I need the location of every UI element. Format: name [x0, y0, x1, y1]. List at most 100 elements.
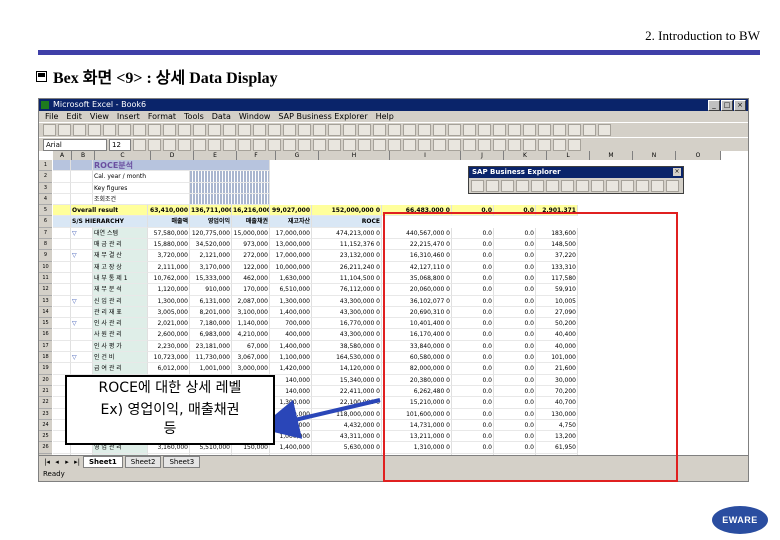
bex-close-button[interactable]: × [673, 168, 681, 176]
column-header[interactable]: N [633, 151, 676, 160]
cell[interactable]: 14,120,000 0 [312, 363, 382, 375]
close-button[interactable]: × [734, 100, 746, 111]
cell[interactable] [53, 182, 71, 194]
cell[interactable]: 122,000 [232, 261, 270, 273]
bex-tool-icon[interactable] [606, 180, 619, 192]
cell[interactable] [53, 261, 71, 273]
format-toolbar-icon[interactable] [478, 139, 491, 151]
cell[interactable]: ▽ [71, 318, 93, 330]
toolbar-icon[interactable] [103, 124, 116, 136]
cell[interactable]: 15,333,000 [190, 272, 232, 285]
minimize-button[interactable]: _ [708, 100, 720, 111]
menu-item[interactable]: View [90, 111, 109, 122]
cell[interactable]: 신 입 관 리 [93, 295, 148, 307]
cell[interactable]: 2,111,000 [148, 261, 190, 273]
toolbar-icon[interactable] [343, 124, 356, 136]
bex-tool-icon[interactable] [636, 180, 649, 192]
cell[interactable]: 400,000 [270, 329, 312, 341]
toolbar-icon[interactable] [583, 124, 596, 136]
cell[interactable]: 내 부 통 제 1 [93, 272, 148, 285]
cell[interactable]: 700,000 [270, 318, 312, 330]
cell[interactable] [53, 329, 71, 341]
cell[interactable]: 140,000 [270, 385, 312, 398]
cell[interactable]: ▽ [71, 227, 93, 240]
cell[interactable]: 11,152,376 0 [312, 239, 382, 251]
cell[interactable]: ROCE [312, 216, 382, 228]
cell[interactable] [53, 284, 71, 296]
cell[interactable]: 급 여 관 리 [93, 363, 148, 375]
cell[interactable]: ▽ [71, 295, 93, 307]
menu-item[interactable]: Tools [184, 111, 204, 122]
format-toolbar-icon[interactable] [493, 139, 506, 151]
toolbar-icon[interactable] [538, 124, 551, 136]
cell[interactable]: 1,400,000 [270, 340, 312, 353]
cell[interactable]: 사 원 관 리 [93, 329, 148, 341]
menu-item[interactable]: Format [148, 111, 176, 122]
sheet-tab[interactable]: Sheet2 [124, 456, 162, 468]
cell[interactable]: 973,000 [232, 239, 270, 251]
cell[interactable] [53, 363, 71, 375]
cell[interactable]: 57,580,000 [148, 227, 190, 240]
cell[interactable]: 43,311,000 0 [312, 431, 382, 443]
toolbar-icon[interactable] [373, 124, 386, 136]
cell[interactable] [71, 306, 93, 319]
cell[interactable] [71, 261, 93, 273]
cell[interactable] [71, 239, 93, 251]
format-toolbar-icon[interactable] [388, 139, 401, 151]
menu-item[interactable]: Insert [117, 111, 140, 122]
cell[interactable]: 5,630,000 0 [312, 442, 382, 454]
column-header[interactable]: E [194, 151, 237, 160]
row-header[interactable]: 3 [39, 183, 52, 194]
cell[interactable] [53, 295, 71, 307]
row-header[interactable]: 20 [39, 375, 52, 386]
cell[interactable]: 99,027,000 [270, 205, 312, 217]
column-header[interactable]: C [95, 151, 151, 160]
bex-tool-icon[interactable] [546, 180, 559, 192]
cell[interactable]: 조회조건 [93, 193, 190, 206]
cell[interactable]: 매출채권 [232, 216, 270, 228]
menu-item[interactable]: File [45, 111, 58, 122]
row-header[interactable]: 23 [39, 409, 52, 420]
cell[interactable]: 3,005,000 [148, 306, 190, 319]
cell[interactable]: 1,001,000 [190, 363, 232, 375]
cell[interactable]: 23,181,000 [190, 340, 232, 353]
format-toolbar-icon[interactable] [133, 139, 146, 151]
row-header[interactable]: 25 [39, 431, 52, 443]
cell[interactable] [71, 272, 93, 285]
cell[interactable]: 4,210,000 [232, 329, 270, 341]
format-toolbar-icon[interactable] [448, 139, 461, 151]
cell[interactable]: 1,140,000 [270, 419, 312, 432]
cell[interactable]: 재 무 결 산 [93, 250, 148, 262]
cell[interactable]: 1,400,000 [270, 442, 312, 454]
format-toolbar-icon[interactable] [268, 139, 281, 151]
cell[interactable]: 1,300,000 [270, 295, 312, 307]
cell[interactable] [53, 272, 71, 285]
toolbar-icon[interactable] [478, 124, 491, 136]
cell[interactable] [53, 171, 71, 183]
format-toolbar-icon[interactable] [283, 139, 296, 151]
cell[interactable]: 43,300,000 0 [312, 306, 382, 319]
cell[interactable]: 재 무 분 석 [93, 284, 148, 296]
format-toolbar-icon[interactable] [178, 139, 191, 151]
format-toolbar-icon[interactable] [313, 139, 326, 151]
bex-tool-icon[interactable] [621, 180, 634, 192]
cell[interactable]: 2,600,000 [148, 329, 190, 341]
format-toolbar-icon[interactable] [538, 139, 551, 151]
format-toolbar-icon[interactable] [553, 139, 566, 151]
cell[interactable]: 6,510,000 [270, 284, 312, 296]
cell[interactable]: 대연 스템 [93, 227, 148, 240]
toolbar-icon[interactable] [73, 124, 86, 136]
column-header[interactable]: H [319, 151, 390, 160]
cell[interactable]: 474,213,000 0 [312, 227, 382, 240]
format-toolbar-icon[interactable] [433, 139, 446, 151]
cell[interactable] [190, 182, 270, 194]
sheet-tab[interactable]: Sheet1 [83, 456, 123, 468]
menu-item[interactable]: SAP Business Explorer [278, 111, 367, 122]
cell[interactable]: ▽ [71, 250, 93, 262]
row-header[interactable]: 6 [39, 216, 52, 228]
toolbar-icon[interactable] [163, 124, 176, 136]
cell[interactable] [53, 227, 71, 240]
toolbar-icon[interactable] [148, 124, 161, 136]
column-header[interactable]: A [53, 151, 72, 160]
row-header[interactable]: 1 [39, 160, 52, 172]
